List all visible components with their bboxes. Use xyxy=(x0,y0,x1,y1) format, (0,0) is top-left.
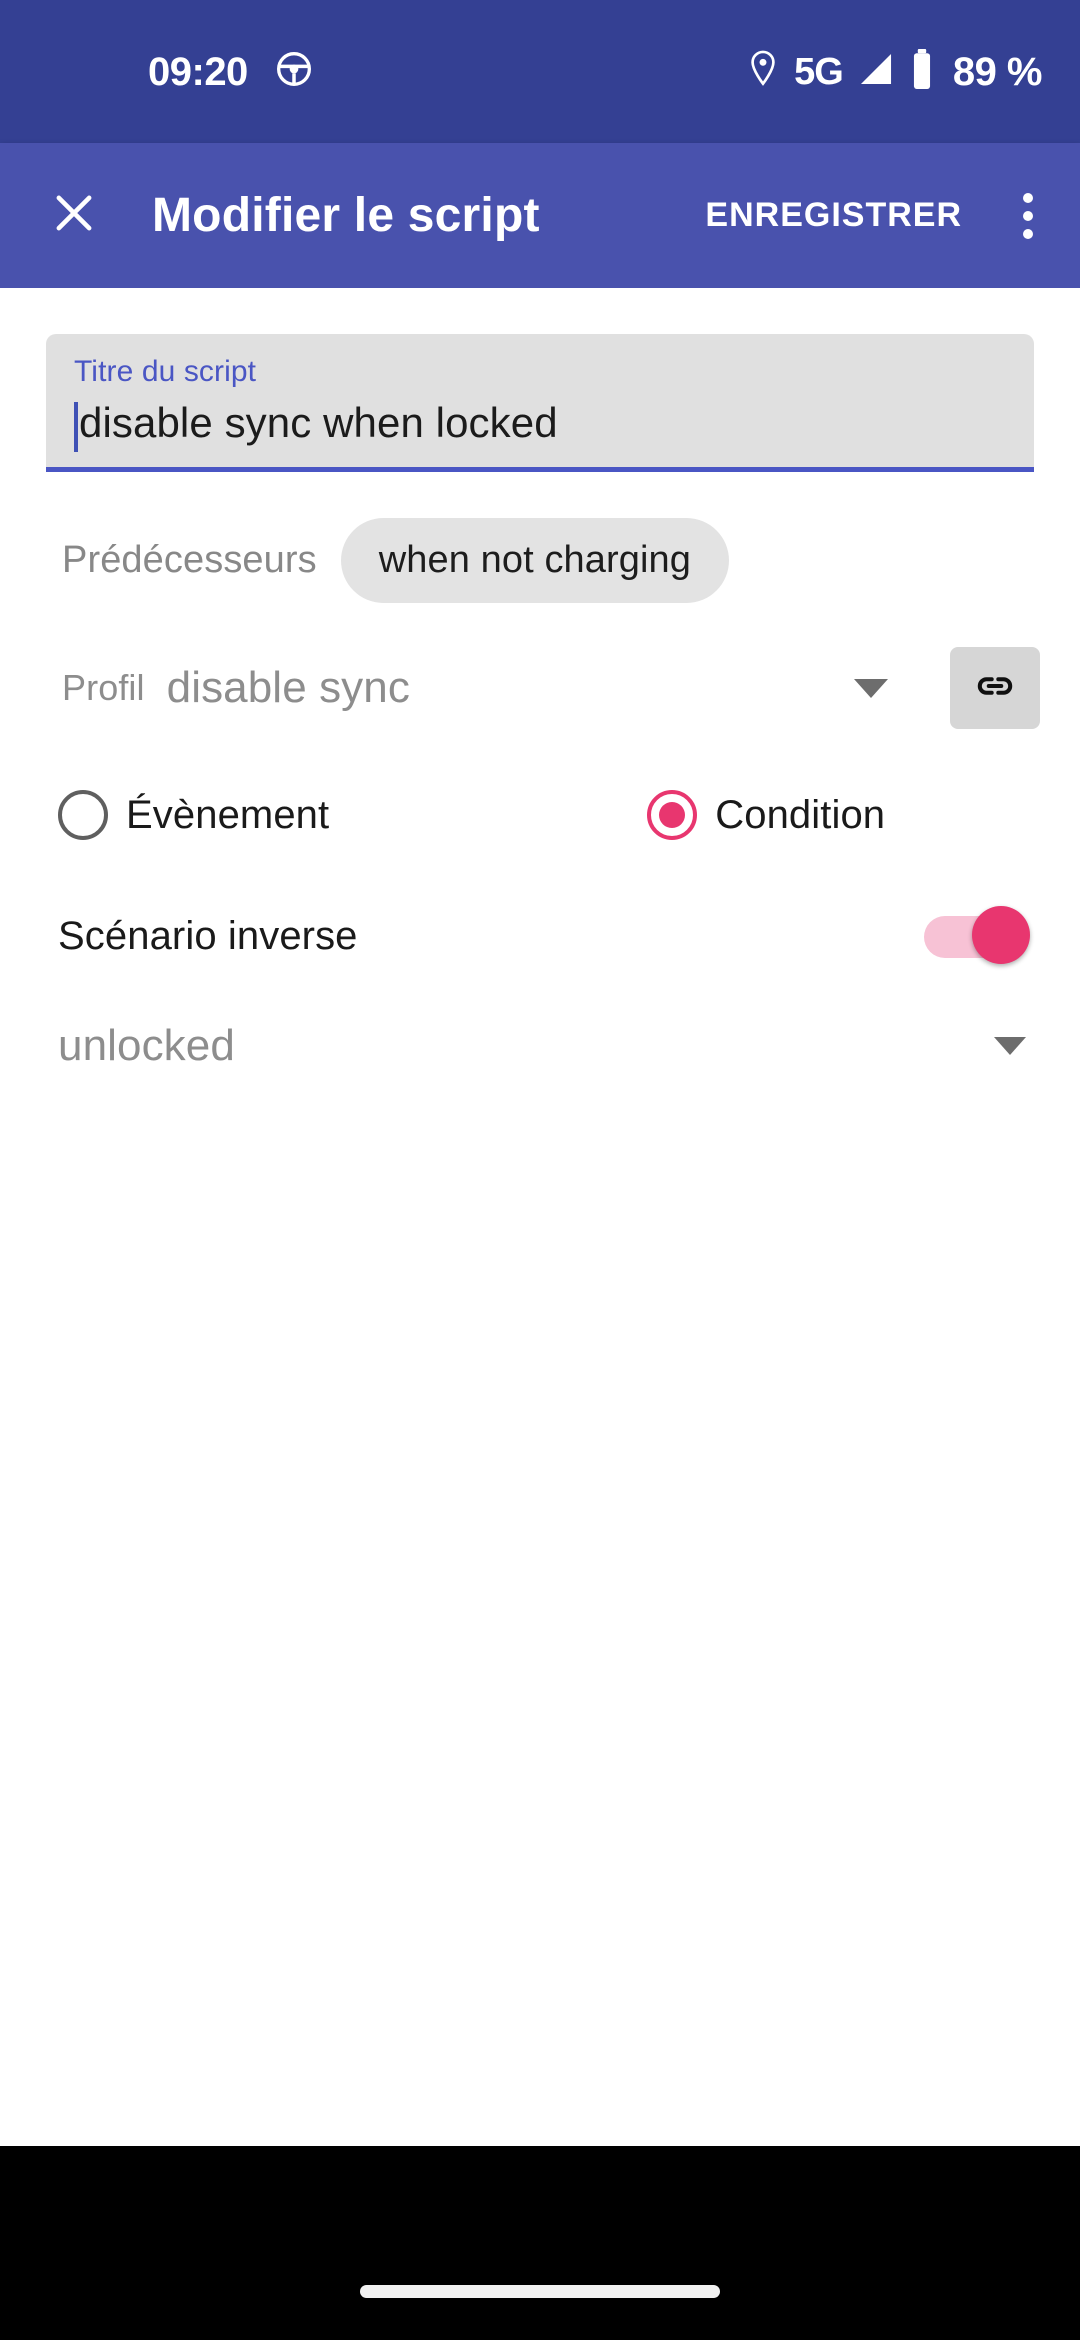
trigger-type-radio-group: Évènement Condition xyxy=(0,766,1080,864)
battery-icon xyxy=(909,48,935,95)
chevron-down-icon xyxy=(854,678,888,698)
script-title-value-wrap: disable sync when locked xyxy=(74,398,1006,452)
profile-label: Profil xyxy=(62,667,145,708)
status-bar-left: 09:20 xyxy=(0,49,314,94)
close-button[interactable] xyxy=(26,168,122,264)
radio-option-condition[interactable]: Condition xyxy=(647,790,885,840)
predecessors-label: Prédécesseurs xyxy=(62,538,317,581)
profile-dropdown[interactable]: disable sync xyxy=(167,646,940,730)
predecessor-chip[interactable]: when not charging xyxy=(340,517,730,603)
profile-value: disable sync xyxy=(166,663,410,712)
radio-option-evenement[interactable]: Évènement xyxy=(58,790,329,840)
page-title: Modifier le script xyxy=(152,189,540,242)
profile-row: Profil disable sync xyxy=(0,633,1080,743)
network-type-label: 5G xyxy=(794,50,844,93)
battery-percentage: 89 % xyxy=(952,49,1043,94)
close-icon xyxy=(48,187,100,244)
script-title-field[interactable]: Titre du script disable sync when locked xyxy=(46,334,1034,467)
link-profile-button[interactable] xyxy=(950,647,1040,729)
script-title-input[interactable]: disable sync when locked xyxy=(79,398,558,448)
script-title-label: Titre du script xyxy=(74,355,257,388)
radio-unchecked-icon xyxy=(58,790,108,840)
state-dropdown[interactable]: unlocked xyxy=(0,996,1080,1096)
system-navigation-bar xyxy=(0,2146,1080,2340)
inverse-scenario-toggle[interactable] xyxy=(924,906,1030,966)
phone-screen: 09:20 5G 89 % Modifier le script ENREGIS… xyxy=(0,0,1080,2340)
status-bar: 09:20 5G 89 % xyxy=(0,0,1080,143)
state-dropdown-value: unlocked xyxy=(58,1021,235,1070)
app-bar: Modifier le script ENREGISTRER xyxy=(0,143,1080,288)
link-icon xyxy=(973,664,1017,713)
overflow-menu-icon-dot3 xyxy=(1023,228,1033,239)
inverse-scenario-row: Scénario inverse xyxy=(0,888,1080,984)
status-bar-right: 5G 89 % xyxy=(746,48,1043,95)
predecessors-row: Prédécesseurs when not charging xyxy=(0,508,1080,612)
text-cursor xyxy=(74,401,78,452)
status-bar-clock: 09:20 xyxy=(148,49,248,94)
steering-wheel-icon xyxy=(274,49,314,94)
radio-inner-dot xyxy=(659,802,686,828)
toggle-thumb xyxy=(972,906,1030,964)
content-area: Titre du script disable sync when locked… xyxy=(0,288,1080,2146)
radio-label-evenement: Évènement xyxy=(126,792,330,837)
save-button[interactable]: ENREGISTRER xyxy=(699,186,968,245)
radio-checked-icon xyxy=(647,790,698,840)
script-title-field-underline xyxy=(46,467,1034,472)
gesture-pill[interactable] xyxy=(360,2285,720,2298)
overflow-menu-icon xyxy=(1023,192,1033,203)
signal-triangle-icon xyxy=(857,50,895,93)
overflow-menu-icon-dot2 xyxy=(1023,210,1033,221)
location-pin-icon xyxy=(746,49,780,94)
inverse-scenario-label: Scénario inverse xyxy=(58,913,358,958)
overflow-menu-button[interactable] xyxy=(982,170,1074,262)
radio-label-condition: Condition xyxy=(715,792,886,837)
chevron-down-icon xyxy=(994,1037,1026,1055)
